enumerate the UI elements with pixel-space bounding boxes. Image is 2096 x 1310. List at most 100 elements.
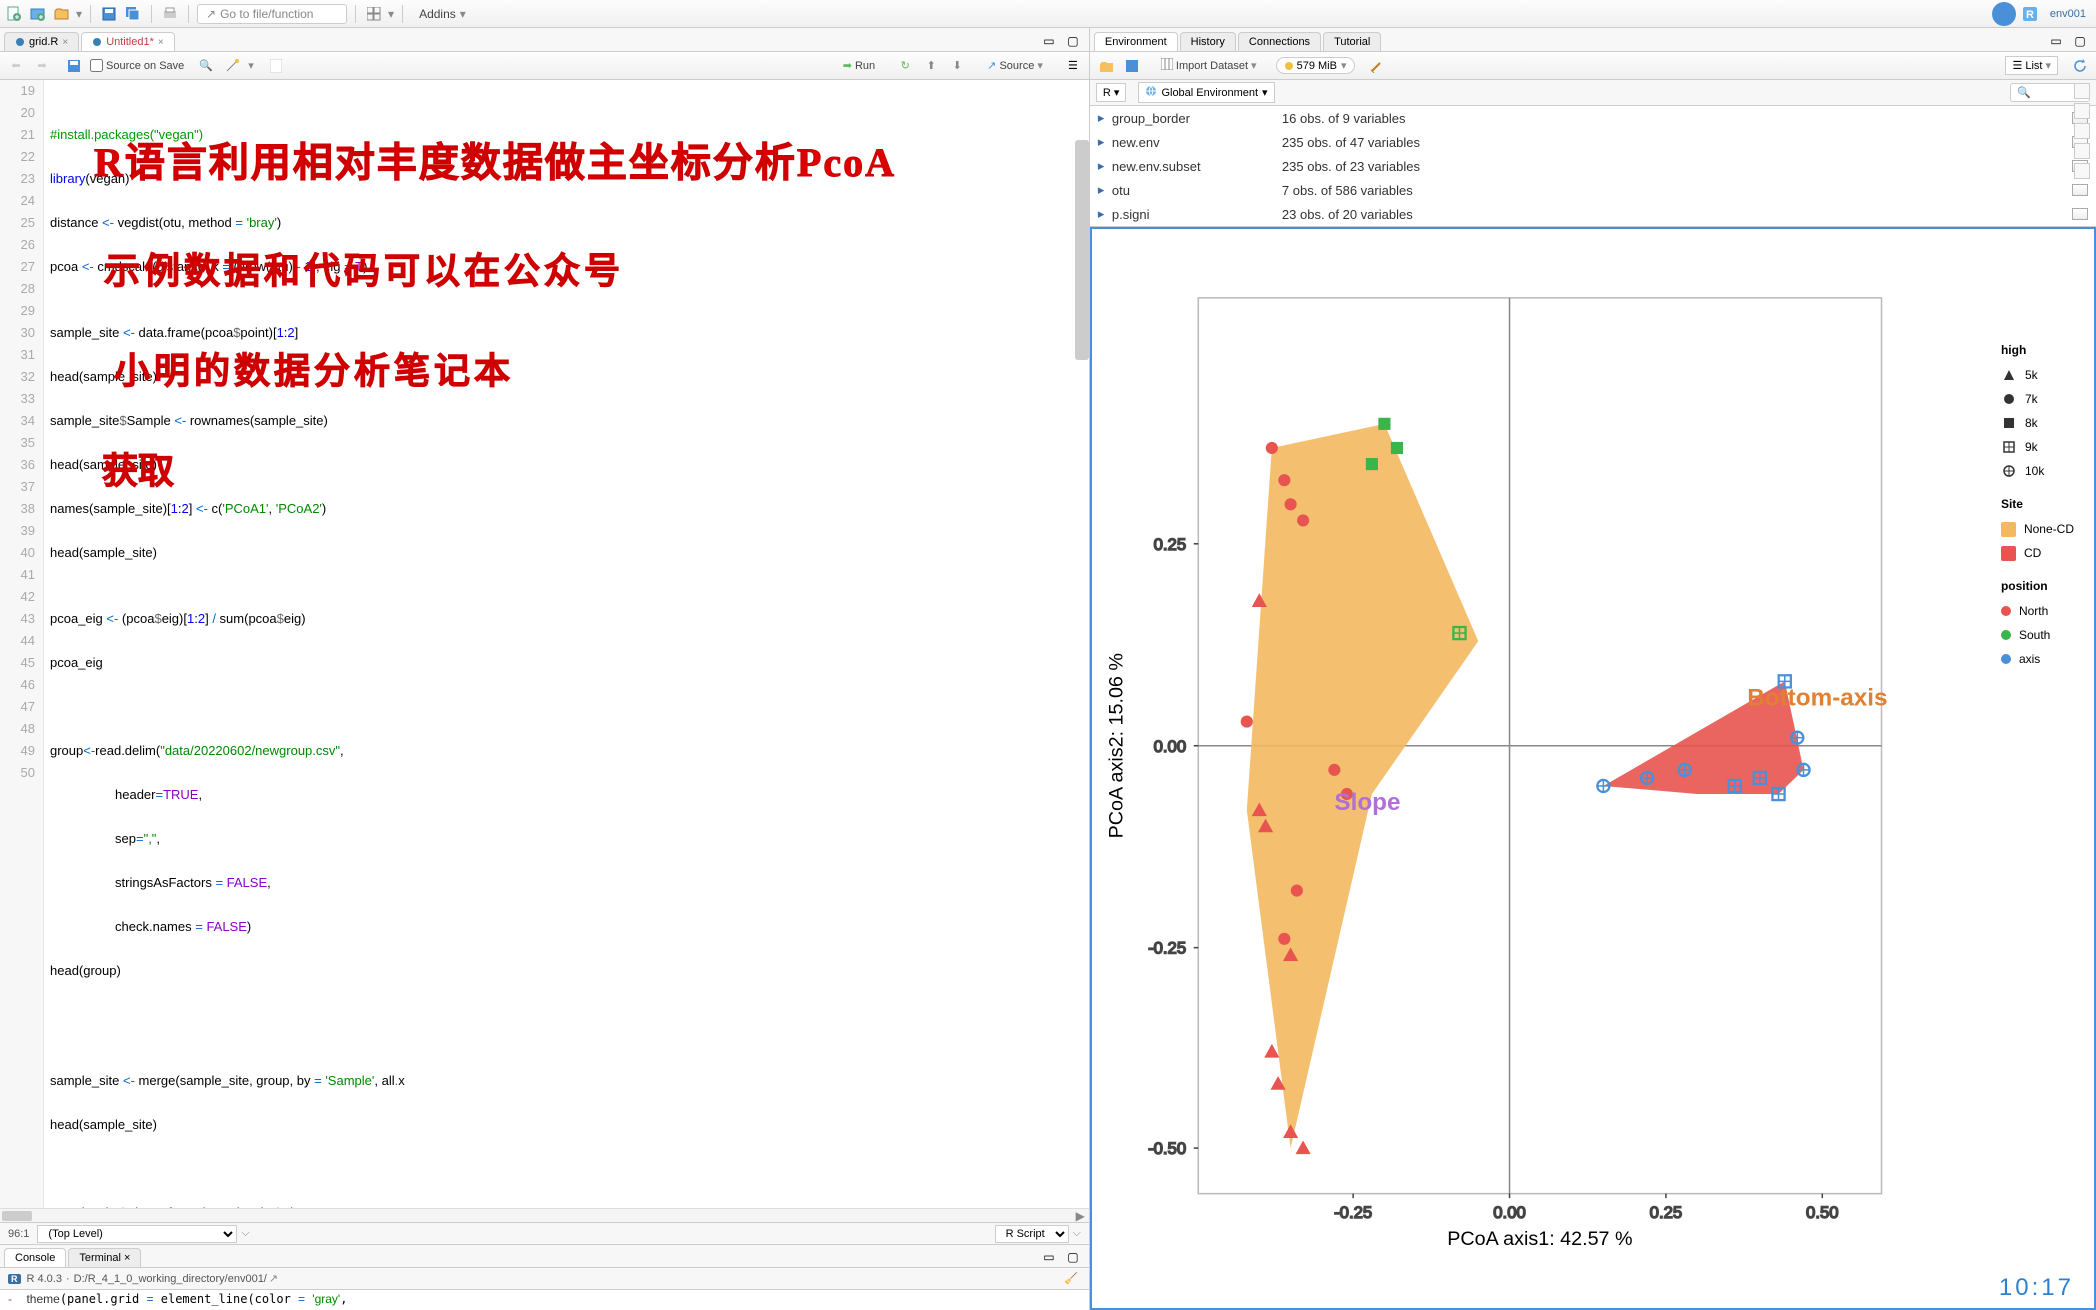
minimize-icon[interactable]: ▭ <box>1039 31 1059 51</box>
view-data-icon[interactable] <box>2072 208 2088 220</box>
tab-console[interactable]: Console <box>4 1248 66 1267</box>
svg-text:0.25: 0.25 <box>1650 1203 1682 1222</box>
maximize-icon[interactable]: ▢ <box>1063 1247 1083 1267</box>
new-file-icon[interactable] <box>4 4 24 24</box>
horizontal-scrollbar[interactable]: ▶ <box>0 1208 1089 1222</box>
env-var-row[interactable]: ▸new.env.subset235 obs. of 23 variables <box>1090 154 2096 178</box>
save-icon[interactable] <box>99 4 119 24</box>
mini-grid-icon[interactable] <box>2074 123 2090 139</box>
env-var-row[interactable]: ▸otu7 obs. of 586 variables <box>1090 178 2096 202</box>
maximize-icon[interactable]: ▢ <box>1063 31 1083 51</box>
env-var-row[interactable]: ▸p.signi23 obs. of 20 variables <box>1090 202 2096 226</box>
legend-high-title: high <box>2001 343 2074 357</box>
mini-grid-icon[interactable] <box>2074 103 2090 119</box>
vertical-scrollbar[interactable] <box>1075 140 1089 360</box>
close-icon[interactable]: × <box>62 37 68 48</box>
rerun-icon[interactable]: ↻ <box>895 56 915 76</box>
goto-file-input[interactable]: ↗Go to file/function <box>197 4 347 24</box>
legend-item: 9k <box>2001 435 2074 459</box>
code-area[interactable]: #install.packages("vegan") library(vegan… <box>44 80 1089 1208</box>
memory-dot-icon <box>1285 62 1293 70</box>
back-icon[interactable]: ⬅ <box>6 56 26 76</box>
code-editor[interactable]: 1920212223242526272829303132333435363738… <box>0 80 1089 1208</box>
addins-dropdown[interactable]: Addins▾ <box>411 5 474 23</box>
project-icon[interactable]: R <box>2020 4 2040 24</box>
import-dataset-button[interactable]: Import Dataset ▾ <box>1154 55 1264 76</box>
tab-terminal[interactable]: Terminal × <box>68 1248 141 1267</box>
memory-indicator[interactable]: 579 MiB ▾ <box>1276 57 1356 74</box>
source-on-save-checkbox[interactable]: Source on Save <box>90 59 184 72</box>
working-dir[interactable]: D:/R_4_1_0_working_directory/env001/ <box>74 1273 267 1285</box>
tab-grid-r[interactable]: grid.R× <box>4 32 79 51</box>
clear-console-icon[interactable]: 🧹 <box>1061 1269 1081 1289</box>
mini-grid-icon[interactable] <box>2074 163 2090 179</box>
rstudio-window: ▾ ↗Go to file/function ▾ Addins▾ R env00… <box>0 0 2096 1310</box>
list-view-toggle[interactable]: ☰ List ▾ <box>2005 56 2058 75</box>
section-up-icon[interactable]: ⬆ <box>921 56 941 76</box>
expand-icon[interactable]: ▸ <box>1098 134 1112 150</box>
new-project-icon[interactable] <box>28 4 48 24</box>
section-down-icon[interactable]: ⬇ <box>947 56 967 76</box>
env-var-row[interactable]: ▸group_border16 obs. of 9 variables <box>1090 106 2096 130</box>
refresh-icon[interactable] <box>2070 56 2090 76</box>
line-gutter: 1920212223242526272829303132333435363738… <box>0 80 44 1208</box>
find-icon[interactable]: 🔍 <box>196 56 216 76</box>
file-type-selector[interactable]: R Script <box>995 1225 1069 1243</box>
maximize-icon[interactable]: ▢ <box>2070 31 2090 51</box>
language-selector[interactable]: R ▾ <box>1096 83 1127 102</box>
shape-icon <box>2001 463 2017 479</box>
shape-icon <box>2001 415 2017 431</box>
r-file-icon <box>92 37 102 47</box>
environment-selector[interactable]: Global Environment ▾ <box>1138 82 1274 103</box>
source-button[interactable]: ↗ Source ▾ <box>979 57 1051 74</box>
save-all-icon[interactable] <box>123 4 143 24</box>
plot-viewer[interactable]: -0.25 0.00 0.25 0.50 -0.50 -0.25 0.00 0.… <box>1090 227 2096 1310</box>
shape-icon <box>2001 439 2017 455</box>
run-button[interactable]: ➡Run <box>835 57 883 74</box>
legend-item: CD <box>2001 541 2074 565</box>
report-icon[interactable] <box>266 56 286 76</box>
expand-icon[interactable]: ▸ <box>1098 206 1112 222</box>
tab-history[interactable]: History <box>1180 32 1236 51</box>
editor-status-bar: 96:1 (Top Level) ⌵ R Script ⌵ <box>0 1222 1089 1244</box>
expand-icon[interactable]: ▸ <box>1098 110 1112 126</box>
globe-icon <box>1145 85 1157 100</box>
close-icon[interactable]: × <box>158 37 164 48</box>
tab-connections[interactable]: Connections <box>1238 32 1321 51</box>
grid-icon[interactable] <box>364 4 384 24</box>
svg-text:R: R <box>2026 9 2034 21</box>
view-data-icon[interactable] <box>2072 184 2088 196</box>
tab-untitled1[interactable]: Untitled1*× <box>81 32 175 51</box>
wand-icon[interactable] <box>222 56 242 76</box>
mini-grid-icon[interactable] <box>2074 83 2090 99</box>
r-logo-icon <box>1992 2 2016 26</box>
legend-item: 10k <box>2001 459 2074 483</box>
save-workspace-icon[interactable] <box>1122 56 1142 76</box>
mini-grid-icon[interactable] <box>2074 143 2090 159</box>
tab-environment[interactable]: Environment <box>1094 32 1178 51</box>
tab-tutorial[interactable]: Tutorial <box>1323 32 1381 51</box>
print-icon[interactable] <box>160 4 180 24</box>
source-on-save-check[interactable] <box>90 59 103 72</box>
scope-selector[interactable]: (Top Level) <box>37 1225 237 1243</box>
console-tabs: Console Terminal × ▭ ▢ <box>0 1244 1089 1268</box>
expand-icon[interactable]: ▸ <box>1098 182 1112 198</box>
right-pane: Environment History Connections Tutorial… <box>1090 28 2096 1310</box>
minimize-icon[interactable]: ▭ <box>1039 1247 1059 1267</box>
r-badge-icon: R <box>8 1274 21 1284</box>
right-gutter-icons <box>2074 83 2094 179</box>
expand-icon[interactable]: ▸ <box>1098 158 1112 174</box>
minimize-icon[interactable]: ▭ <box>2046 31 2066 51</box>
env-var-row[interactable]: ▸new.env235 obs. of 47 variables <box>1090 130 2096 154</box>
legend-item: North <box>2001 599 2074 623</box>
outline-icon[interactable]: ☰ <box>1063 56 1083 76</box>
forward-icon[interactable]: ➡ <box>32 56 52 76</box>
console-output[interactable]: - theme(panel.grid = element_line(color … <box>0 1290 1089 1310</box>
open-file-icon[interactable] <box>52 4 72 24</box>
load-workspace-icon[interactable] <box>1096 56 1116 76</box>
y-axis-label: PCoA axis2: 15.06 % <box>1105 653 1127 838</box>
save-icon[interactable] <box>64 56 84 76</box>
broom-icon[interactable] <box>1367 56 1387 76</box>
legend-item: 8k <box>2001 411 2074 435</box>
project-name[interactable]: env001 <box>2044 8 2092 20</box>
